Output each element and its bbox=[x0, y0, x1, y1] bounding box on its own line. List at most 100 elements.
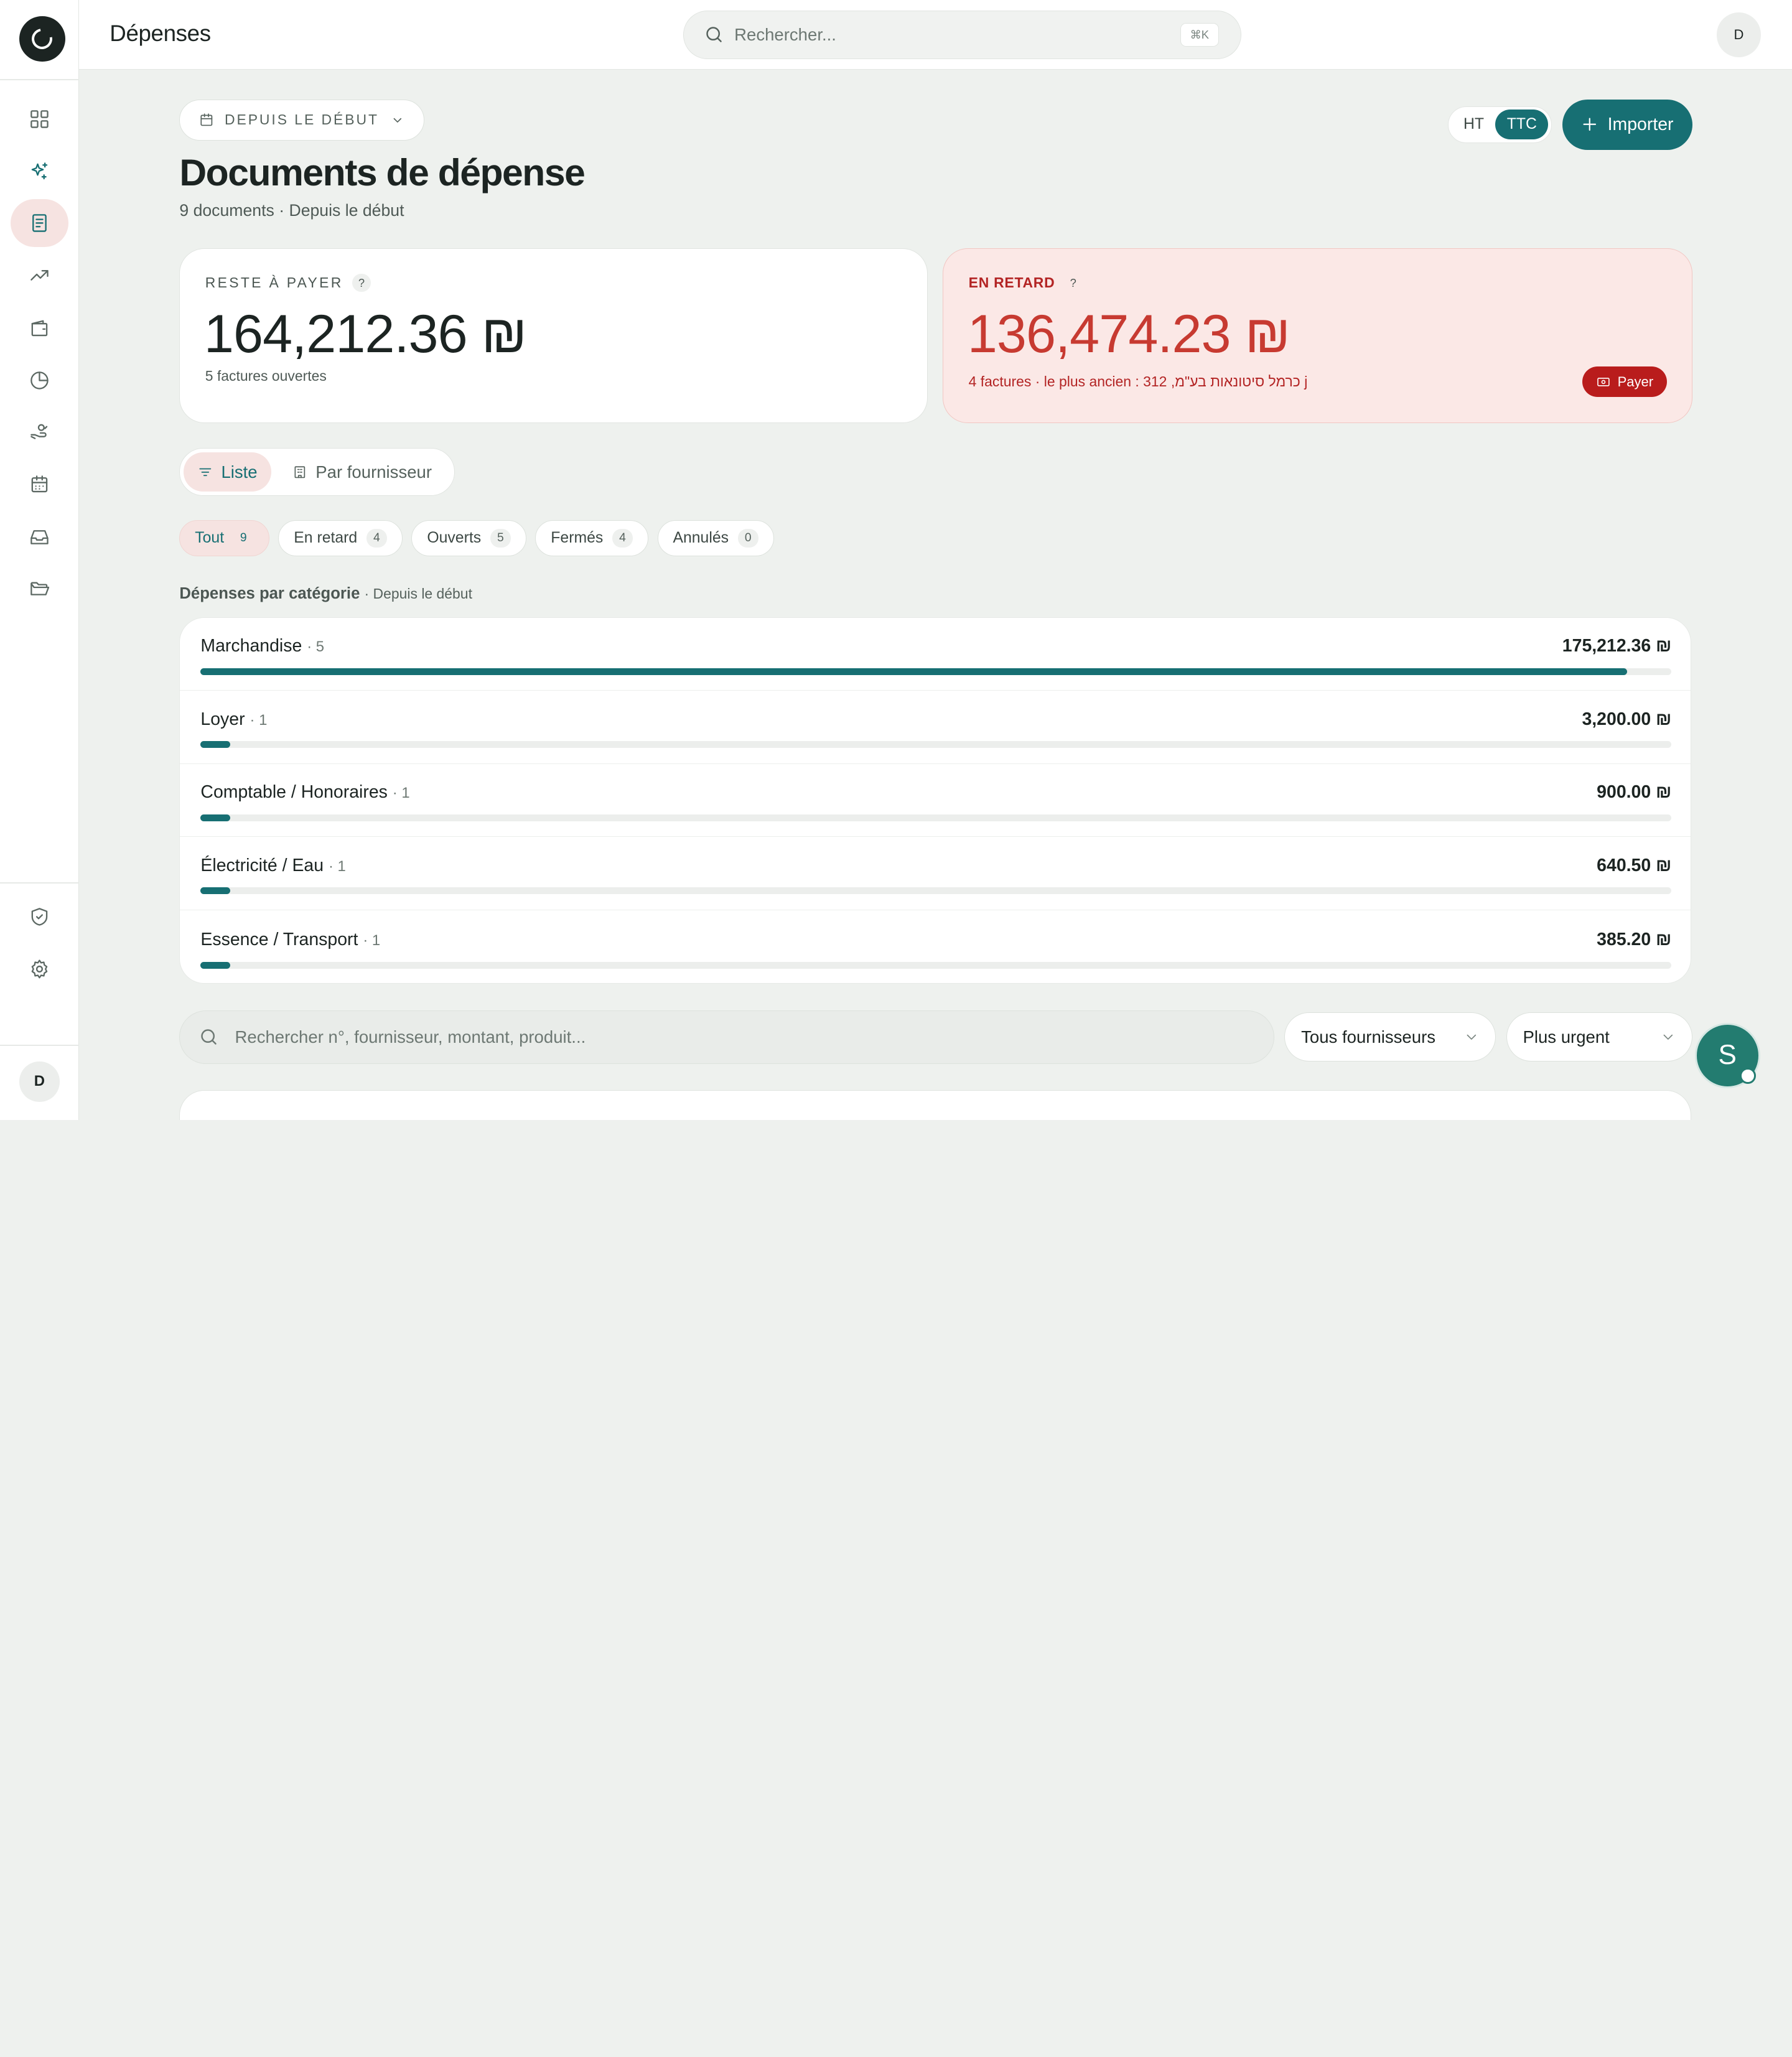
remaining-amount: 164,212.36 ₪ bbox=[203, 304, 527, 364]
status-filter-chips: Tout 9 En retard 4 Ouverts 5 Fermés 4 Annulé… bbox=[179, 520, 774, 557]
sidebar-divider bbox=[0, 78, 79, 80]
sidebar-item-trends[interactable] bbox=[11, 251, 69, 299]
view-by-supplier-label: Par fournisseur bbox=[315, 462, 432, 482]
plus-icon bbox=[1583, 118, 1597, 131]
document-search-input[interactable]: Rechercher n°, fournisseur, montant, pro… bbox=[179, 1010, 1274, 1064]
sidebar-item-calendar[interactable] bbox=[11, 460, 69, 508]
chip-count: 5 bbox=[490, 529, 511, 548]
sidebar-item-ai[interactable] bbox=[11, 147, 69, 195]
categories-heading: Dépenses par catégorie · Depuis le début bbox=[179, 585, 472, 603]
supplier-select-value: Tous fournisseurs bbox=[1301, 1027, 1436, 1047]
gear-icon bbox=[31, 959, 48, 979]
help-icon[interactable]: ? bbox=[352, 273, 371, 292]
filter-chip-all[interactable]: Tout 9 bbox=[179, 520, 269, 557]
category-bar-fill bbox=[200, 741, 230, 749]
chip-label: Annulés bbox=[673, 529, 729, 547]
chevron-down-icon bbox=[1467, 1034, 1476, 1040]
user-avatar[interactable]: D bbox=[1716, 12, 1762, 57]
global-search-placeholder: Rechercher... bbox=[734, 25, 836, 44]
sidebar-item-inbox[interactable] bbox=[11, 513, 69, 561]
overdue-card: EN RETARD ? 136,474.23 ₪ 4 factures · le… bbox=[943, 248, 1693, 423]
sidebar: D bbox=[0, 0, 79, 1120]
category-count: · 1 bbox=[328, 857, 346, 875]
supplier-select[interactable]: Tous fournisseurs bbox=[1284, 1012, 1496, 1062]
top-bar: Dépenses Rechercher... ⌘K D bbox=[78, 0, 1792, 70]
filter-chip-open[interactable]: Ouverts 5 bbox=[411, 520, 526, 557]
sort-select[interactable]: Plus urgent bbox=[1506, 1012, 1693, 1062]
app-logo[interactable] bbox=[19, 16, 65, 62]
chip-label: Tout bbox=[195, 529, 225, 547]
category-bar-track bbox=[200, 668, 1672, 675]
remaining-subtext: 5 factures ouvertes bbox=[205, 367, 327, 384]
banknote-icon bbox=[1597, 377, 1610, 386]
sidebar-item-payments[interactable] bbox=[11, 408, 69, 456]
app-root: D Dépenses Rechercher... ⌘K D DEPUIS LE … bbox=[0, 0, 1792, 1120]
sidebar-user-avatar[interactable]: D bbox=[19, 1061, 60, 1102]
chip-count: 9 bbox=[240, 531, 247, 545]
category-row[interactable]: Essence / Transport · 1 385.20 ₪ bbox=[180, 912, 1691, 984]
inbox-icon bbox=[30, 529, 49, 544]
category-bar-fill bbox=[200, 961, 230, 969]
filter-lines-icon bbox=[199, 468, 212, 476]
view-list-tab[interactable]: Liste bbox=[183, 452, 271, 492]
category-row[interactable]: Marchandise · 5 175,212.36 ₪ bbox=[180, 618, 1691, 691]
tax-toggle: HT TTC bbox=[1448, 106, 1552, 143]
kpi-label: RESTE À PAYER ? bbox=[205, 273, 371, 292]
assistant-status-dot bbox=[1740, 1068, 1756, 1084]
toggle-ht[interactable]: HT bbox=[1452, 110, 1496, 139]
shield-check-icon bbox=[31, 907, 48, 926]
category-bar-track bbox=[200, 887, 1672, 895]
filter-chip-cancelled[interactable]: Annulés 0 bbox=[657, 520, 774, 557]
chevron-down-icon bbox=[393, 118, 401, 123]
pay-label: Payer bbox=[1617, 373, 1654, 389]
view-by-supplier-tab[interactable]: Par fournisseur bbox=[278, 452, 446, 491]
trending-up-icon bbox=[30, 270, 49, 281]
overdue-amount: 136,474.23 ₪ bbox=[967, 304, 1290, 364]
logo-ring-icon bbox=[27, 24, 57, 54]
sidebar-item-expenses[interactable] bbox=[10, 198, 69, 247]
category-count: · 1 bbox=[250, 711, 268, 729]
category-amount: 900.00 ₪ bbox=[1597, 782, 1672, 803]
category-amount: 3,200.00 ₪ bbox=[1582, 709, 1672, 729]
global-search-input[interactable]: Rechercher... ⌘K bbox=[683, 10, 1241, 60]
category-bar-track bbox=[200, 814, 1672, 821]
sidebar-item-reports[interactable] bbox=[11, 357, 69, 404]
period-selector[interactable]: DEPUIS LE DÉBUT bbox=[179, 99, 424, 141]
help-icon[interactable]: ? bbox=[1064, 274, 1082, 292]
overdue-label: EN RETARD bbox=[968, 274, 1055, 291]
filter-chip-closed[interactable]: Fermés 4 bbox=[535, 520, 648, 557]
receipt-icon bbox=[32, 213, 47, 232]
category-count: · 1 bbox=[363, 932, 381, 949]
view-list-label: Liste bbox=[221, 462, 258, 482]
import-button[interactable]: Importer bbox=[1562, 99, 1693, 150]
pay-button[interactable]: Payer bbox=[1582, 366, 1667, 398]
sidebar-item-settings[interactable] bbox=[11, 945, 69, 993]
category-row[interactable]: Comptable / Honoraires · 1 900.00 ₪ bbox=[180, 764, 1691, 837]
sparkles-icon bbox=[31, 162, 48, 180]
categories-card: Marchandise · 5 175,212.36 ₪ Loyer · 1 3… bbox=[179, 617, 1692, 984]
category-bar-track bbox=[200, 961, 1672, 969]
category-name-wrap: Comptable / Honoraires · 1 bbox=[200, 782, 409, 803]
shortcut-hint: ⌘K bbox=[1180, 22, 1219, 47]
category-row[interactable]: Loyer · 1 3,200.00 ₪ bbox=[180, 691, 1691, 764]
assistant-button[interactable]: S bbox=[1694, 1022, 1760, 1088]
sidebar-item-security[interactable] bbox=[11, 892, 69, 940]
import-label: Importer bbox=[1607, 114, 1674, 134]
category-name-wrap: Marchandise · 5 bbox=[200, 636, 324, 656]
filter-chip-overdue[interactable]: En retard 4 bbox=[278, 520, 403, 557]
category-bar-fill bbox=[200, 668, 1628, 675]
sidebar-item-wallet[interactable] bbox=[11, 304, 69, 352]
category-row[interactable]: Électricité / Eau · 1 640.50 ₪ bbox=[180, 837, 1691, 910]
chip-label: Ouverts bbox=[427, 529, 482, 547]
remaining-label: RESTE À PAYER bbox=[205, 274, 343, 291]
category-name: Marchandise bbox=[200, 636, 302, 656]
sidebar-item-documents[interactable] bbox=[11, 564, 69, 612]
category-bar-fill bbox=[200, 814, 230, 821]
folder-open-icon bbox=[30, 582, 50, 596]
document-search-placeholder: Rechercher n°, fournisseur, montant, pro… bbox=[235, 1027, 586, 1047]
category-name-wrap: Essence / Transport · 1 bbox=[200, 930, 380, 950]
category-count: · 1 bbox=[392, 785, 410, 802]
category-amount: 385.20 ₪ bbox=[1597, 930, 1672, 950]
sidebar-item-dashboard[interactable] bbox=[11, 95, 69, 142]
toggle-ttc[interactable]: TTC bbox=[1495, 110, 1549, 140]
